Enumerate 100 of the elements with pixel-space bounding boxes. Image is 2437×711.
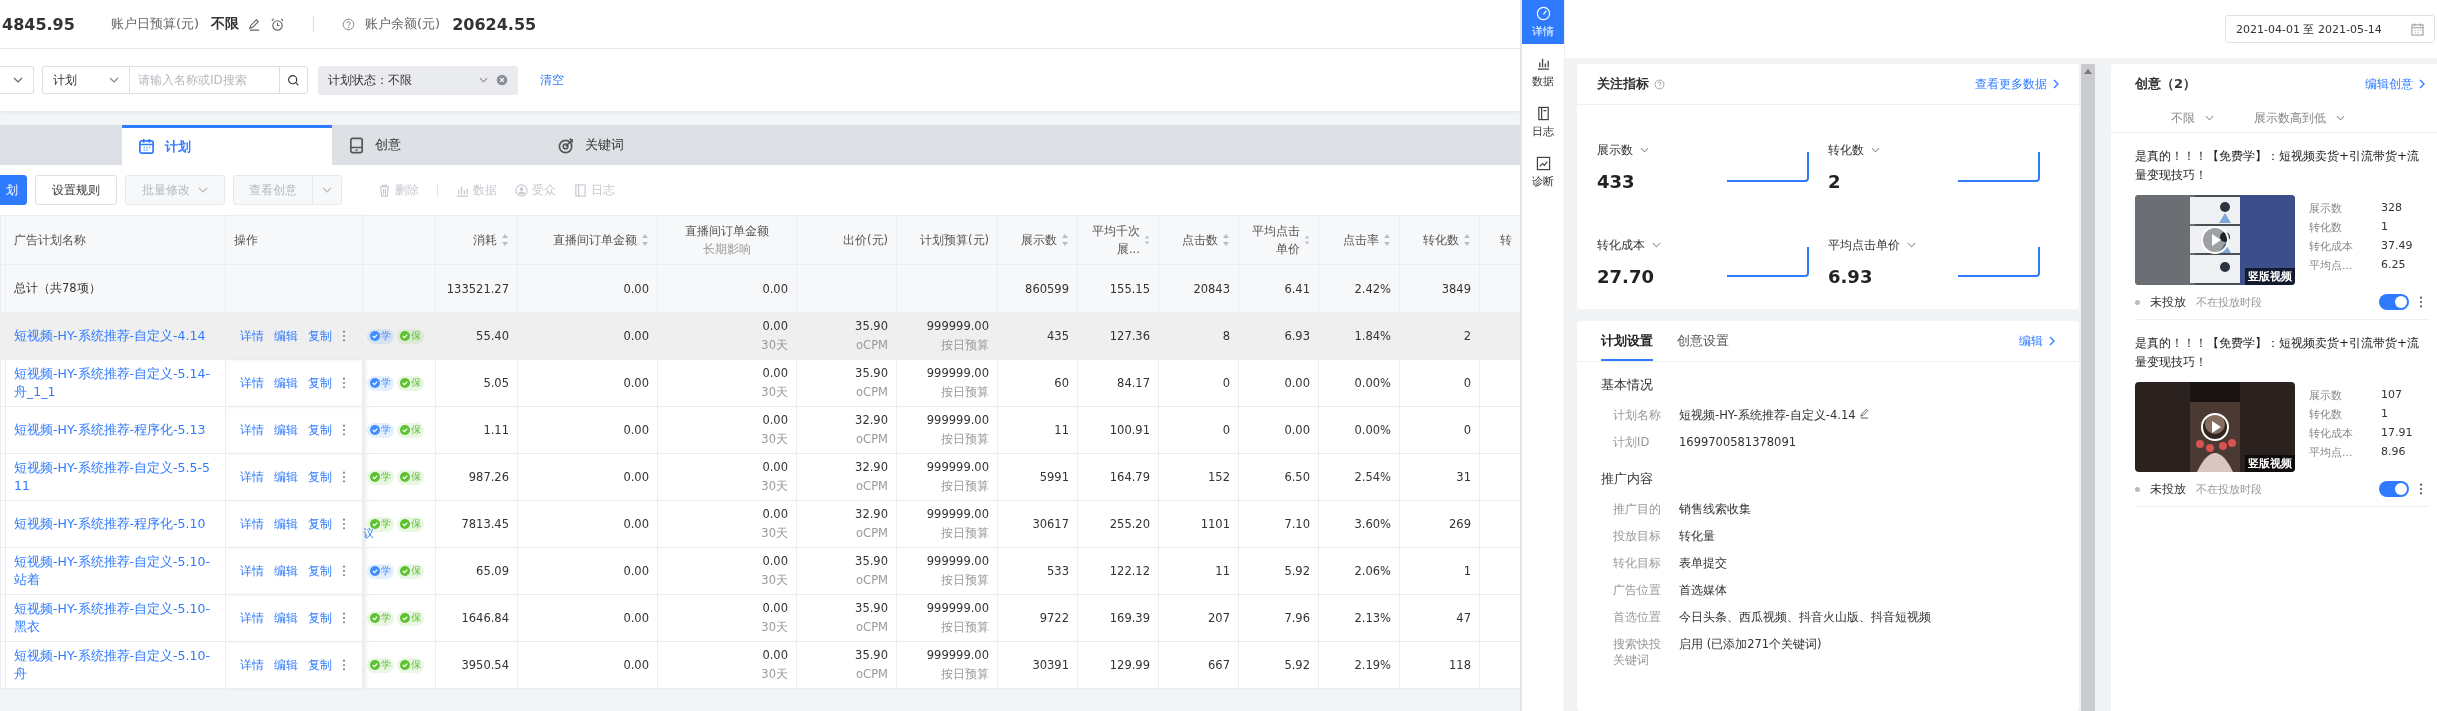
row-action-link[interactable]: 编辑 xyxy=(274,609,298,627)
table-cell-text: 1 xyxy=(1463,562,1471,580)
clear-icon[interactable] xyxy=(496,74,508,86)
sort-icon[interactable] xyxy=(1304,233,1310,247)
table-cell-text: 999999.00 xyxy=(926,459,989,476)
more-icon[interactable] xyxy=(342,424,346,436)
row-action-link[interactable]: 详情 xyxy=(240,421,264,439)
row-action-link[interactable]: 详情 xyxy=(240,327,264,345)
row-action-link[interactable]: 复制 xyxy=(308,468,332,486)
row-action-link[interactable]: 详情 xyxy=(240,656,264,674)
level-dropdown[interactable]: 计划 xyxy=(42,66,130,94)
column-header[interactable]: 点击率 xyxy=(1318,215,1400,265)
row-action-link[interactable]: 详情 xyxy=(240,515,264,533)
row-action-link[interactable]: 编辑 xyxy=(274,374,298,392)
row-action-link[interactable]: 详情 xyxy=(240,468,264,486)
tab[interactable]: 计划 xyxy=(122,125,332,165)
edit-creative-link[interactable]: 编辑创意 xyxy=(2365,75,2425,93)
column-header[interactable]: 平均千次展... xyxy=(1077,215,1159,265)
row-action-link[interactable]: 复制 xyxy=(308,421,332,439)
row-action-link[interactable]: 详情 xyxy=(240,609,264,627)
row-action-link[interactable]: 编辑 xyxy=(274,656,298,674)
table-cell-text: 118 xyxy=(1449,656,1471,674)
status-tag: 学 xyxy=(367,328,394,344)
sort-icon[interactable] xyxy=(1222,233,1230,247)
row-action-link[interactable]: 编辑 xyxy=(274,421,298,439)
more-data-link[interactable]: 查看更多数据 xyxy=(1975,75,2059,93)
more-icon[interactable] xyxy=(342,330,346,342)
nav-item[interactable]: 数据 xyxy=(1522,50,1564,94)
column-header[interactable]: 直播间订单金额 xyxy=(517,215,658,265)
sort-icon[interactable] xyxy=(1463,233,1471,247)
more-icon[interactable] xyxy=(342,612,346,624)
metric-selector[interactable]: 转化成本 xyxy=(1597,236,1709,254)
tab[interactable]: 计划设置 xyxy=(1601,321,1653,361)
row-action-link[interactable]: 编辑 xyxy=(274,327,298,345)
sort-icon[interactable] xyxy=(1061,233,1069,247)
nav-item[interactable]: 详情 xyxy=(1522,0,1564,44)
total-value: 860599 xyxy=(1025,281,1069,296)
nav-item[interactable]: 诊断 xyxy=(1522,150,1564,194)
edit-link[interactable]: 编辑 xyxy=(2019,332,2055,350)
column-header: 广告计划名称 xyxy=(5,215,226,265)
play-icon[interactable] xyxy=(2200,225,2230,255)
column-header[interactable]: 平均点击单价 xyxy=(1238,215,1319,265)
more-icon[interactable] xyxy=(2419,296,2423,308)
date-range-field[interactable]: 2021-04-01 至 2021-05-14 xyxy=(2225,15,2435,43)
metric-selector[interactable]: 展示数 xyxy=(1597,141,1709,159)
row-action-link[interactable]: 详情 xyxy=(240,562,264,580)
tab[interactable]: 创意 xyxy=(332,125,542,165)
row-action-link[interactable]: 编辑 xyxy=(274,562,298,580)
row-action-link[interactable]: 复制 xyxy=(308,515,332,533)
row-action-link[interactable]: 编辑 xyxy=(274,515,298,533)
alarm-clock-icon[interactable] xyxy=(270,16,286,32)
more-icon[interactable] xyxy=(342,659,346,671)
create-plan-button[interactable]: 划 xyxy=(0,175,27,205)
row-action-link[interactable]: 复制 xyxy=(308,374,332,392)
search-button[interactable] xyxy=(280,66,308,94)
table-cell-text: 122.12 xyxy=(1109,562,1150,580)
column-header[interactable]: 展示数 xyxy=(997,215,1078,265)
metric-value: 2 xyxy=(1828,170,1842,192)
sort-icon[interactable] xyxy=(641,233,649,247)
search-field[interactable]: 请输入名称或ID搜索 xyxy=(130,66,280,94)
sort-dropdown[interactable]: 展示数高到低 xyxy=(2254,110,2345,126)
help-icon[interactable] xyxy=(1654,78,1665,90)
row-action-link[interactable]: 详情 xyxy=(240,374,264,392)
more-icon[interactable] xyxy=(342,518,346,530)
edit-icon[interactable] xyxy=(1859,408,1871,419)
more-icon[interactable] xyxy=(342,565,346,577)
table-cell-text: 999999.00 xyxy=(926,506,989,523)
metric-selector[interactable]: 转化数 xyxy=(1828,141,1940,159)
row-action-link[interactable]: 复制 xyxy=(308,562,332,580)
sort-icon[interactable] xyxy=(1143,233,1150,247)
row-action-link[interactable]: 编辑 xyxy=(274,468,298,486)
set-rule-button[interactable]: 设置规则 xyxy=(35,175,117,205)
column-header[interactable]: 转化数 xyxy=(1399,215,1480,265)
row-action-link[interactable]: 复制 xyxy=(308,656,332,674)
check-icon xyxy=(400,566,410,576)
cell-note: 30天 xyxy=(761,431,788,448)
status-filter-tag[interactable]: 计划状态：不限 xyxy=(318,65,518,95)
more-icon[interactable] xyxy=(2419,483,2423,495)
column-header[interactable]: 点击数 xyxy=(1158,215,1239,265)
column-header[interactable]: 消耗 xyxy=(435,215,518,265)
toggle-switch[interactable] xyxy=(2379,294,2409,310)
sort-icon[interactable] xyxy=(1383,233,1391,247)
table-cell-text: 999999.00 xyxy=(926,553,989,570)
toggle-switch[interactable] xyxy=(2379,481,2409,497)
scroll-up-icon[interactable] xyxy=(2084,68,2092,74)
tab[interactable]: 创意设置 xyxy=(1677,321,1729,361)
help-icon[interactable] xyxy=(342,17,356,31)
tab[interactable]: 关键词 xyxy=(542,125,752,165)
table-cell-text: 0.00 xyxy=(623,562,649,580)
sort-icon[interactable] xyxy=(501,233,509,247)
play-icon[interactable] xyxy=(2200,412,2230,442)
row-action-link[interactable]: 复制 xyxy=(308,609,332,627)
row-action-link[interactable]: 复制 xyxy=(308,327,332,345)
metric-value: 433 xyxy=(1597,170,1636,192)
metric-selector[interactable]: 平均点击单价 xyxy=(1828,236,1940,254)
more-icon[interactable] xyxy=(342,377,346,389)
sort-dropdown[interactable]: 不限 xyxy=(2171,110,2214,126)
clear-link[interactable]: 清空 xyxy=(540,71,564,89)
more-icon[interactable] xyxy=(342,471,346,483)
nav-item[interactable]: 日志 xyxy=(1522,100,1564,144)
